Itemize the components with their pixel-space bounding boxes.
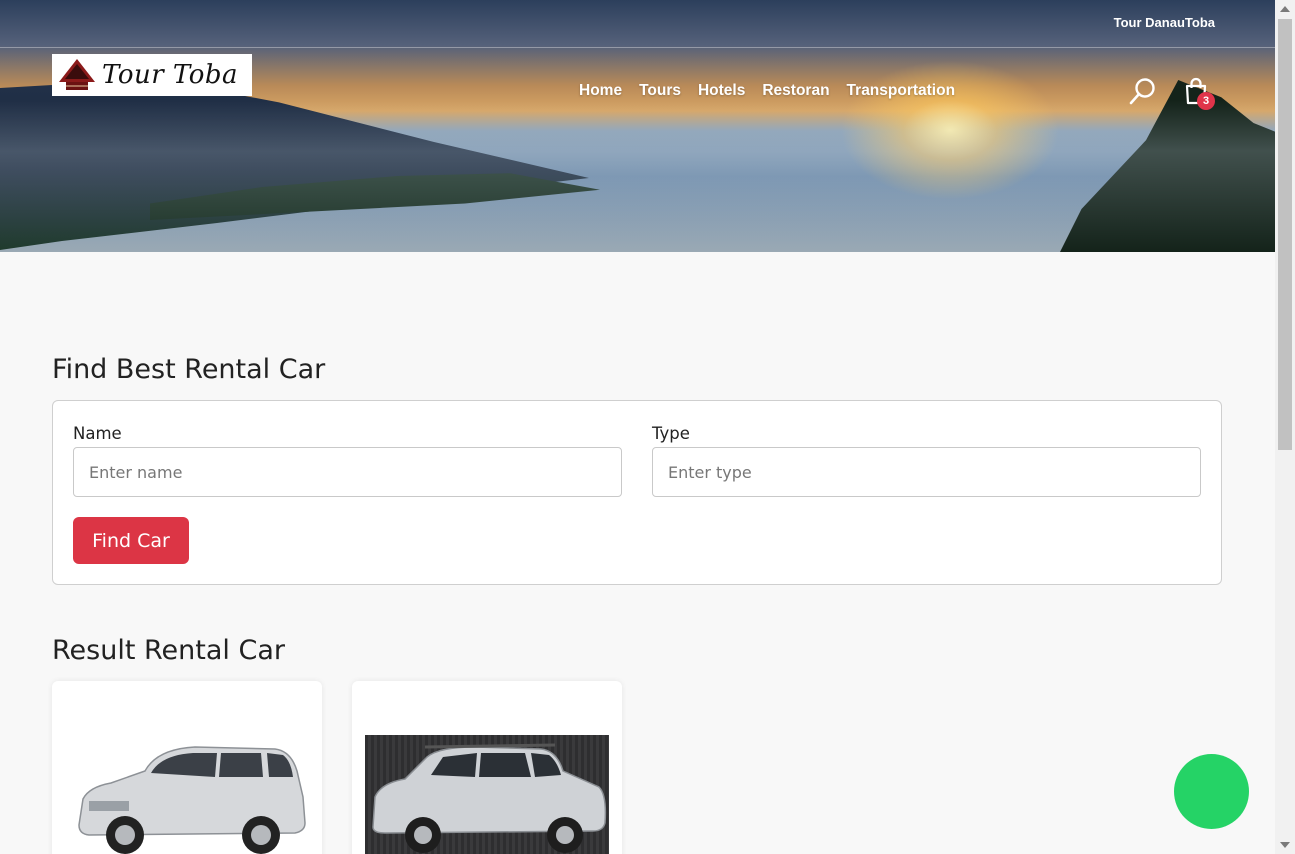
nav-hotels[interactable]: Hotels (698, 82, 745, 100)
search-icon[interactable] (1128, 76, 1158, 106)
nav-tours[interactable]: Tours (639, 82, 681, 100)
scroll-down-arrow-icon[interactable] (1280, 842, 1290, 848)
car-card[interactable] (52, 681, 322, 854)
scrollbar-thumb[interactable] (1278, 19, 1292, 450)
main-nav: Home Tours Hotels Restoran Transportatio… (579, 82, 955, 100)
logo-text: Tour Toba (102, 60, 239, 90)
minivan-silver-image (65, 737, 309, 854)
search-section-title: Find Best Rental Car (52, 354, 326, 385)
cart-count-badge: 3 (1197, 92, 1215, 110)
suv-silver-image (365, 735, 609, 854)
hero-banner (0, 0, 1275, 252)
find-car-button[interactable]: Find Car (73, 517, 189, 564)
name-label: Name (73, 424, 122, 443)
logo[interactable]: Tour Toba (52, 54, 252, 96)
nav-transportation[interactable]: Transportation (847, 82, 956, 100)
page-scrollbar[interactable] (1275, 0, 1295, 854)
nav-home[interactable]: Home (579, 82, 622, 100)
car-card[interactable] (352, 681, 622, 854)
whatsapp-chat-button[interactable] (1174, 754, 1249, 829)
name-input[interactable] (73, 447, 622, 497)
nav-restoran[interactable]: Restoran (762, 82, 829, 100)
scroll-up-arrow-icon[interactable] (1280, 6, 1290, 12)
type-label: Type (652, 424, 690, 443)
search-form-card: Name Type Find Car (52, 400, 1222, 585)
batak-house-icon (59, 59, 95, 90)
topbar-link[interactable]: Tour DanauToba (1114, 15, 1215, 30)
topbar-divider (0, 47, 1275, 48)
lake-haze (0, 0, 1275, 252)
results-section-title: Result Rental Car (52, 635, 285, 666)
type-input[interactable] (652, 447, 1201, 497)
